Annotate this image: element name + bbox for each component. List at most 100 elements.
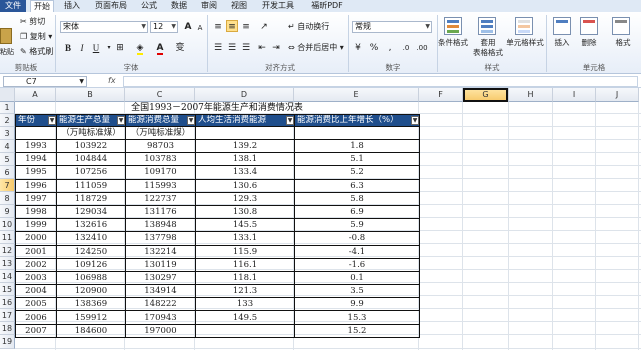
- table-cell[interactable]: 170943: [125, 310, 196, 325]
- table-cell[interactable]: 1996: [15, 178, 57, 193]
- align-middle-button[interactable]: ≡: [226, 20, 238, 32]
- table-cell[interactable]: 138948: [125, 218, 196, 233]
- cut-button[interactable]: ✂ 剪切: [20, 16, 45, 27]
- column-header-j[interactable]: J: [596, 88, 639, 102]
- table-cell[interactable]: 1.8: [294, 138, 420, 154]
- tab-foxit-pdf[interactable]: 福昕PDF: [305, 0, 349, 12]
- select-all-corner[interactable]: [0, 88, 15, 102]
- table-cell[interactable]: 130119: [125, 257, 196, 272]
- format-cells-icon[interactable]: [612, 17, 630, 35]
- table-cell[interactable]: 118.1: [195, 270, 295, 286]
- table-cell[interactable]: 118729: [56, 191, 126, 206]
- table-cell[interactable]: 130.8: [195, 204, 295, 220]
- number-format-select[interactable]: 常规 ▼: [352, 21, 432, 33]
- table-cell[interactable]: 0.1: [294, 270, 420, 286]
- align-center-button[interactable]: ☰: [226, 42, 238, 54]
- copy-button[interactable]: ❐ 复制 ▾: [20, 31, 52, 42]
- percent-button[interactable]: %: [368, 42, 380, 54]
- fill-color-button[interactable]: ◈: [134, 42, 146, 55]
- tab-developer[interactable]: 开发工具: [258, 0, 298, 12]
- row-header-14[interactable]: 14: [0, 270, 15, 283]
- table-cell[interactable]: 2003: [15, 270, 57, 286]
- merge-center-button[interactable]: ⇔ 合并后居中 ▾: [288, 42, 344, 53]
- tab-formulas[interactable]: 公式: [138, 0, 160, 12]
- row-header-16[interactable]: 16: [0, 296, 15, 309]
- table-cell[interactable]: 149.5: [195, 310, 295, 325]
- table-cell[interactable]: 134914: [125, 284, 196, 299]
- row-header-12[interactable]: 12: [0, 244, 15, 257]
- decrease-indent-button[interactable]: ⇤: [256, 42, 268, 54]
- table-cell[interactable]: 111059: [56, 178, 126, 193]
- delete-cells-button[interactable]: 删除: [577, 38, 601, 48]
- tab-review[interactable]: 审阅: [198, 0, 220, 12]
- table-cell[interactable]: 115993: [125, 178, 196, 193]
- formula-input[interactable]: [123, 76, 638, 87]
- column-header-d[interactable]: D: [195, 88, 294, 102]
- row-header-9[interactable]: 9: [0, 205, 15, 218]
- table-cell[interactable]: 139.2: [195, 138, 295, 154]
- table-cell[interactable]: 131176: [125, 204, 196, 220]
- table-cell[interactable]: 138.1: [195, 152, 295, 167]
- row-header-8[interactable]: 8: [0, 192, 15, 205]
- table-cell[interactable]: 184600: [56, 323, 126, 338]
- table-cell[interactable]: 133.4: [195, 165, 295, 180]
- table-cell[interactable]: -0.8: [294, 231, 420, 246]
- table-cell[interactable]: 5.2: [294, 165, 420, 180]
- column-header-h[interactable]: H: [509, 88, 553, 102]
- row-header-11[interactable]: 11: [0, 231, 15, 244]
- font-color-button[interactable]: A: [154, 42, 166, 55]
- table-cell[interactable]: 124250: [56, 244, 126, 259]
- row-header-5[interactable]: 5: [0, 153, 15, 166]
- table-cell[interactable]: 107256: [56, 165, 126, 180]
- table-cell[interactable]: 6.3: [294, 178, 420, 193]
- cell-styles-icon[interactable]: [515, 17, 533, 35]
- active-cell-selection[interactable]: [463, 88, 508, 102]
- column-heading[interactable]: 能源消费总量 ▼: [125, 114, 196, 127]
- align-left-button[interactable]: ☰: [212, 42, 224, 54]
- format-painter-button[interactable]: ✎ 格式刷: [20, 46, 53, 57]
- table-cell[interactable]: 5.8: [294, 191, 420, 206]
- table-cell[interactable]: 3.5: [294, 284, 420, 299]
- filter-dropdown-icon[interactable]: ▼: [48, 116, 56, 125]
- column-header-i[interactable]: I: [553, 88, 596, 102]
- table-cell[interactable]: -1.6: [294, 257, 420, 272]
- unit-cell[interactable]: （万吨标准煤）: [125, 126, 196, 140]
- increase-indent-button[interactable]: ⇥: [270, 42, 282, 54]
- align-bottom-button[interactable]: ≡: [240, 21, 252, 33]
- table-cell[interactable]: 197000: [125, 323, 196, 338]
- conditional-format-button[interactable]: 条件格式: [436, 38, 470, 48]
- grow-font-button[interactable]: A: [182, 21, 194, 33]
- column-heading[interactable]: 人均生活消费能源 ▼: [195, 114, 295, 127]
- table-cell[interactable]: 109126: [56, 257, 126, 272]
- column-header-e[interactable]: E: [294, 88, 419, 102]
- table-cell[interactable]: 145.5: [195, 218, 295, 233]
- row-header-18[interactable]: 18: [0, 322, 15, 335]
- row-header-10[interactable]: 10: [0, 218, 15, 231]
- table-cell[interactable]: 133.1: [195, 231, 295, 246]
- table-cell[interactable]: -4.1: [294, 244, 420, 259]
- font-size-select[interactable]: 12 ▼: [150, 21, 178, 33]
- table-cell[interactable]: 104844: [56, 152, 126, 167]
- column-header-a[interactable]: A: [15, 88, 56, 102]
- bold-button[interactable]: B: [62, 42, 74, 54]
- insert-function-icon[interactable]: fx: [108, 76, 116, 85]
- table-cell[interactable]: 109170: [125, 165, 196, 180]
- sheet-title[interactable]: 全国1993－2007年能源生产和消费情况表: [15, 101, 419, 115]
- column-heading[interactable]: 能源生产总量 ▼: [56, 114, 126, 127]
- table-cell[interactable]: 1998: [15, 204, 57, 220]
- format-as-table-icon[interactable]: [478, 17, 496, 35]
- table-cell[interactable]: 1999: [15, 218, 57, 233]
- name-box[interactable]: C7 ▼: [3, 76, 87, 87]
- row-header-19[interactable]: 19: [0, 335, 15, 349]
- table-cell[interactable]: 116.1: [195, 257, 295, 272]
- align-right-button[interactable]: ☰: [240, 42, 252, 54]
- column-heading[interactable]: 能源消费比上年增长（%） ▼: [294, 114, 420, 127]
- tab-view[interactable]: 视图: [228, 0, 250, 12]
- table-cell[interactable]: 133: [195, 297, 295, 312]
- table-cell[interactable]: 15.3: [294, 310, 420, 325]
- insert-cells-icon[interactable]: [553, 17, 571, 35]
- conditional-format-icon[interactable]: [444, 17, 462, 35]
- table-cell[interactable]: 5.9: [294, 218, 420, 233]
- table-cell[interactable]: [195, 323, 295, 338]
- unit-cell[interactable]: [195, 126, 295, 140]
